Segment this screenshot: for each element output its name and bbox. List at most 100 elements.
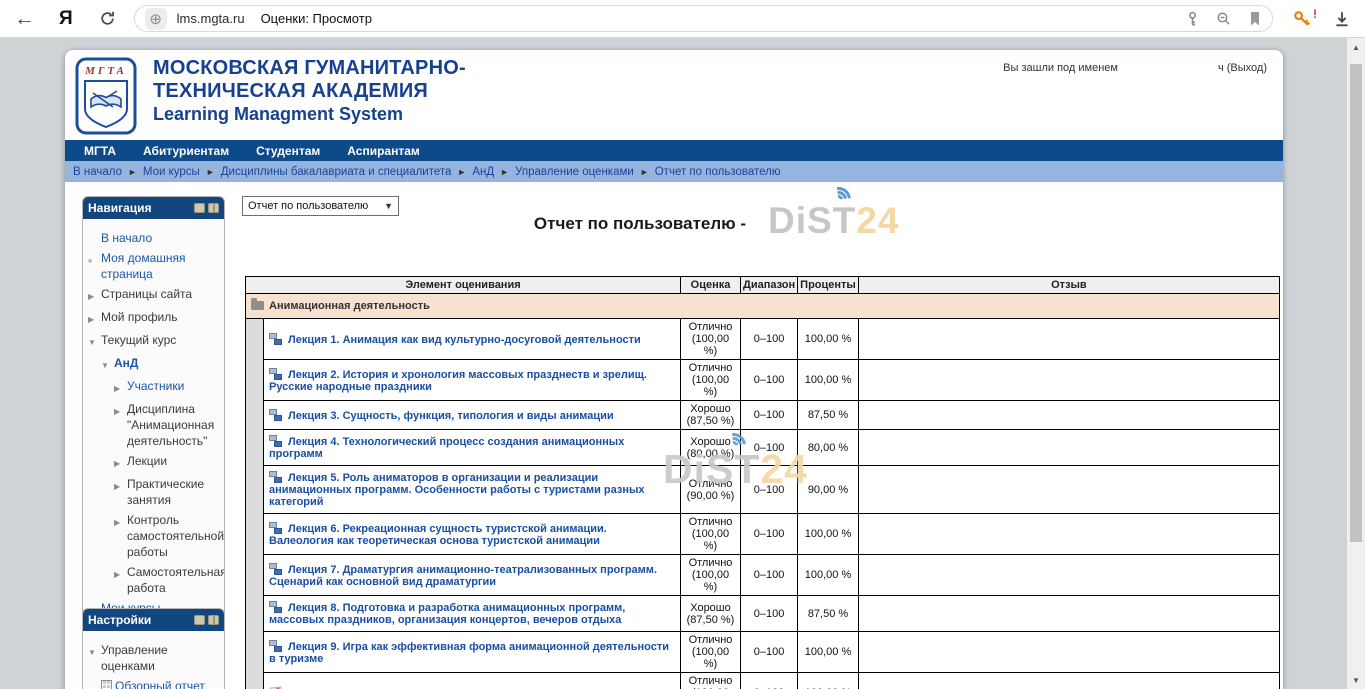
- grade-item-link[interactable]: Лекция 4. Технологический процесс создан…: [269, 436, 624, 460]
- table-row-category: Анимационная деятельность: [246, 294, 1280, 319]
- dock-block-icon[interactable]: [208, 615, 219, 625]
- collapsed-arrow-icon[interactable]: [114, 564, 127, 596]
- back-icon[interactable]: ←: [14, 7, 35, 31]
- breadcrumb-separator-icon: ►: [640, 167, 649, 177]
- collapsed-arrow-icon[interactable]: [114, 453, 127, 472]
- expanded-arrow-icon[interactable]: [88, 332, 101, 351]
- settings-tree-link-1[interactable]: Обзорный отчет: [115, 678, 205, 689]
- percent-cell: 100,00 %: [798, 360, 859, 401]
- grade-cell: Отлично (100,00 %): [681, 514, 741, 555]
- bookmark-icon[interactable]: [1248, 11, 1262, 27]
- nav-tree-link-11[interactable]: Самостоятельная работа: [127, 564, 225, 596]
- collapsed-arrow-icon[interactable]: [114, 401, 127, 449]
- breadcrumb-item-2[interactable]: Дисциплины бакалавриата и специалитета: [221, 166, 452, 178]
- lesson-icon: [269, 563, 283, 575]
- col-header-range: Диапазон: [741, 277, 798, 294]
- nav-tree-link-2[interactable]: Страницы сайта: [101, 286, 192, 305]
- collapse-block-icon[interactable]: [194, 615, 205, 625]
- login-prefix: Вы зашли под именем: [1003, 62, 1118, 74]
- collapsed-arrow-icon[interactable]: [114, 512, 127, 560]
- saved-password-alert-icon[interactable]: !: [1293, 10, 1311, 28]
- range-cell: 0–100: [741, 596, 798, 632]
- collapse-block-icon[interactable]: [194, 203, 205, 213]
- col-header-feedback: Отзыв: [858, 277, 1279, 294]
- collapsed-arrow-icon[interactable]: [88, 309, 101, 328]
- browser-page-title: Оценки: Просмотр: [261, 11, 372, 26]
- category-name: Анимационная деятельность: [269, 300, 430, 312]
- grade-item-link[interactable]: Лекция 3. Сущность, функция, типология и…: [288, 410, 614, 422]
- percent-cell: 90,00 %: [798, 466, 859, 514]
- nav-item-0[interactable]: МГТА: [84, 144, 116, 158]
- item-name-cell: Лекция 2. История и хронология массовых …: [264, 360, 681, 401]
- expanded-arrow-icon[interactable]: [101, 355, 114, 374]
- nav-tree-link-6[interactable]: Участники: [127, 378, 184, 397]
- scrollbar-thumb[interactable]: [1350, 64, 1362, 542]
- nav-tree-link-4[interactable]: Текущий курс: [101, 332, 176, 351]
- grade-cell: Отлично (100,00 %): [681, 360, 741, 401]
- item-name-cell: Итоговое тестирование: [264, 673, 681, 689]
- percent-cell: 100,00 %: [798, 514, 859, 555]
- grade-item-link[interactable]: Лекция 6. Рекреационная сущность туристс…: [269, 523, 607, 547]
- academy-logo: МГТА: [75, 57, 137, 135]
- breadcrumb-item-4[interactable]: Управление оценками: [515, 166, 634, 178]
- address-bar[interactable]: ⊕ lms.mgta.ru Оценки: Просмотр: [134, 5, 1273, 32]
- indent-cell: [246, 632, 264, 673]
- collapsed-arrow-icon[interactable]: [114, 476, 127, 508]
- browser-toolbar: ← Я ⊕ lms.mgta.ru Оценки: Просмотр !: [0, 0, 1365, 38]
- scroll-down-icon[interactable]: ▼: [1347, 673, 1365, 687]
- indent-cell: [246, 555, 264, 596]
- nav-item-3[interactable]: Аспирантам: [347, 144, 420, 158]
- nav-item-1[interactable]: Абитуриентам: [143, 144, 229, 158]
- reload-icon[interactable]: [99, 10, 116, 27]
- grade-cell: Отлично (90,00 %): [681, 466, 741, 514]
- nav-item-2[interactable]: Студентам: [256, 144, 320, 158]
- nav-tree-link-3[interactable]: Мой профиль: [101, 309, 178, 328]
- select-dropdown-arrow-icon: ▼: [384, 201, 393, 211]
- download-icon[interactable]: [1333, 10, 1351, 28]
- site-header: МГТА МОСКОВСКАЯ ГУМАНИТАРНО- ТЕХНИЧЕСКАЯ…: [65, 50, 1283, 140]
- indent-cell: [246, 466, 264, 514]
- settings-tree-item-1: Обзорный отчет: [88, 678, 221, 689]
- vertical-scrollbar[interactable]: ▲ ▼: [1347, 38, 1365, 689]
- nav-tree-link-7[interactable]: Дисциплина "Анимационная деятельность": [127, 401, 221, 449]
- item-name-cell: Лекция 8. Подготовка и разработка анимац…: [264, 596, 681, 632]
- grade-item-link[interactable]: Лекция 2. История и хронология массовых …: [269, 369, 647, 393]
- grade-item-link[interactable]: Лекция 5. Роль аниматоров в организации …: [269, 472, 645, 508]
- nav-tree-link-0[interactable]: В начало: [101, 230, 152, 246]
- zoom-magnifier-icon[interactable]: [1216, 11, 1232, 27]
- feedback-cell: [858, 401, 1279, 430]
- indent-cell: [246, 514, 264, 555]
- breadcrumb-item-5[interactable]: Отчет по пользователю: [655, 166, 781, 178]
- settings-tree-link-0[interactable]: Управление оценками: [101, 642, 221, 674]
- logout-link[interactable]: ч (Выход): [1218, 62, 1267, 74]
- breadcrumb-item-3[interactable]: АнД: [472, 166, 494, 178]
- page-background: МГТА МОСКОВСКАЯ ГУМАНИТАРНО- ТЕХНИЧЕСКАЯ…: [0, 38, 1365, 689]
- yandex-browser-icon[interactable]: Я: [59, 8, 73, 30]
- expanded-arrow-icon[interactable]: [88, 642, 101, 674]
- indent-cell: [246, 673, 264, 689]
- collapsed-arrow-icon[interactable]: [114, 378, 127, 397]
- password-key-icon[interactable]: [1185, 11, 1200, 26]
- percent-cell: 100,00 %: [798, 319, 859, 360]
- nav-tree-link-9[interactable]: Практические занятия: [127, 476, 221, 508]
- breadcrumb-item-0[interactable]: В начало: [73, 166, 122, 178]
- nav-tree-link-8[interactable]: Лекции: [127, 453, 167, 472]
- item-name-cell: Лекция 5. Роль аниматоров в организации …: [264, 466, 681, 514]
- report-type-select[interactable]: Отчет по пользователю ▼: [242, 196, 399, 216]
- dock-block-icon[interactable]: [208, 203, 219, 213]
- grade-report-table: Элемент оценивания Оценка Диапазон Проце…: [245, 276, 1280, 689]
- range-cell: 0–100: [741, 319, 798, 360]
- breadcrumb-item-1[interactable]: Мои курсы: [143, 166, 200, 178]
- nav-tree-link-10[interactable]: Контроль самостоятельной работы: [127, 512, 224, 560]
- grade-item-link[interactable]: Лекция 1. Анимация как вид культурно-дос…: [288, 334, 641, 346]
- col-header-percent: Проценты: [798, 277, 859, 294]
- table-row-item: Лекция 6. Рекреационная сущность туристс…: [246, 514, 1280, 555]
- nav-tree-link-1[interactable]: Моя домашняя страница: [101, 250, 221, 282]
- scroll-up-icon[interactable]: ▲: [1347, 40, 1365, 54]
- nav-tree-link-5[interactable]: АнД: [114, 355, 138, 374]
- collapsed-arrow-icon[interactable]: [88, 286, 101, 305]
- grade-item-link[interactable]: Лекция 8. Подготовка и разработка анимац…: [269, 602, 625, 626]
- percent-cell: 87,50 %: [798, 401, 859, 430]
- grade-item-link[interactable]: Лекция 9. Игра как эффективная форма ани…: [269, 641, 669, 665]
- grade-item-link[interactable]: Лекция 7. Драматургия анимационно-театра…: [269, 564, 657, 588]
